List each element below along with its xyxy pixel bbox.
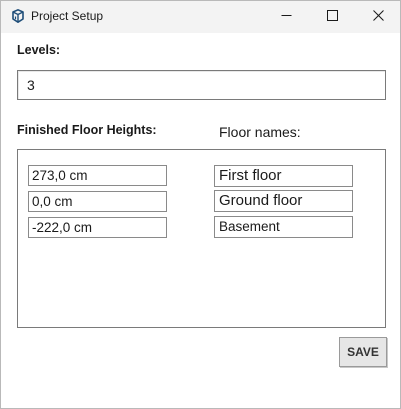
project-setup-window: Project Setup Levels: 3 Finished Floor H…: [0, 0, 401, 409]
floor-height-input-1[interactable]: 273,0 cm: [28, 165, 167, 186]
floor-name-input-3[interactable]: Basement: [214, 216, 353, 238]
close-button[interactable]: [355, 1, 401, 33]
floor-heights-label: Finished Floor Heights:: [17, 123, 157, 137]
window-title: Project Setup: [31, 9, 104, 23]
maximize-icon: [326, 8, 338, 26]
floor-name-input-1[interactable]: First floor: [214, 165, 353, 187]
floor-name-input-2[interactable]: Ground floor: [214, 190, 353, 212]
close-icon: [372, 8, 384, 26]
save-button[interactable]: SAVE: [339, 337, 387, 367]
floor-height-input-2[interactable]: 0,0 cm: [28, 191, 167, 212]
sketchup-logo-icon: [11, 9, 25, 23]
title-bar[interactable]: Project Setup: [1, 1, 400, 33]
floor-names-label: Floor names:: [219, 124, 301, 140]
maximize-button[interactable]: [309, 1, 355, 33]
minimize-icon: [281, 8, 292, 26]
levels-input[interactable]: 3: [17, 70, 386, 100]
levels-label: Levels:: [17, 43, 61, 57]
minimize-button[interactable]: [263, 1, 309, 33]
floor-height-input-3[interactable]: -222,0 cm: [28, 217, 167, 238]
